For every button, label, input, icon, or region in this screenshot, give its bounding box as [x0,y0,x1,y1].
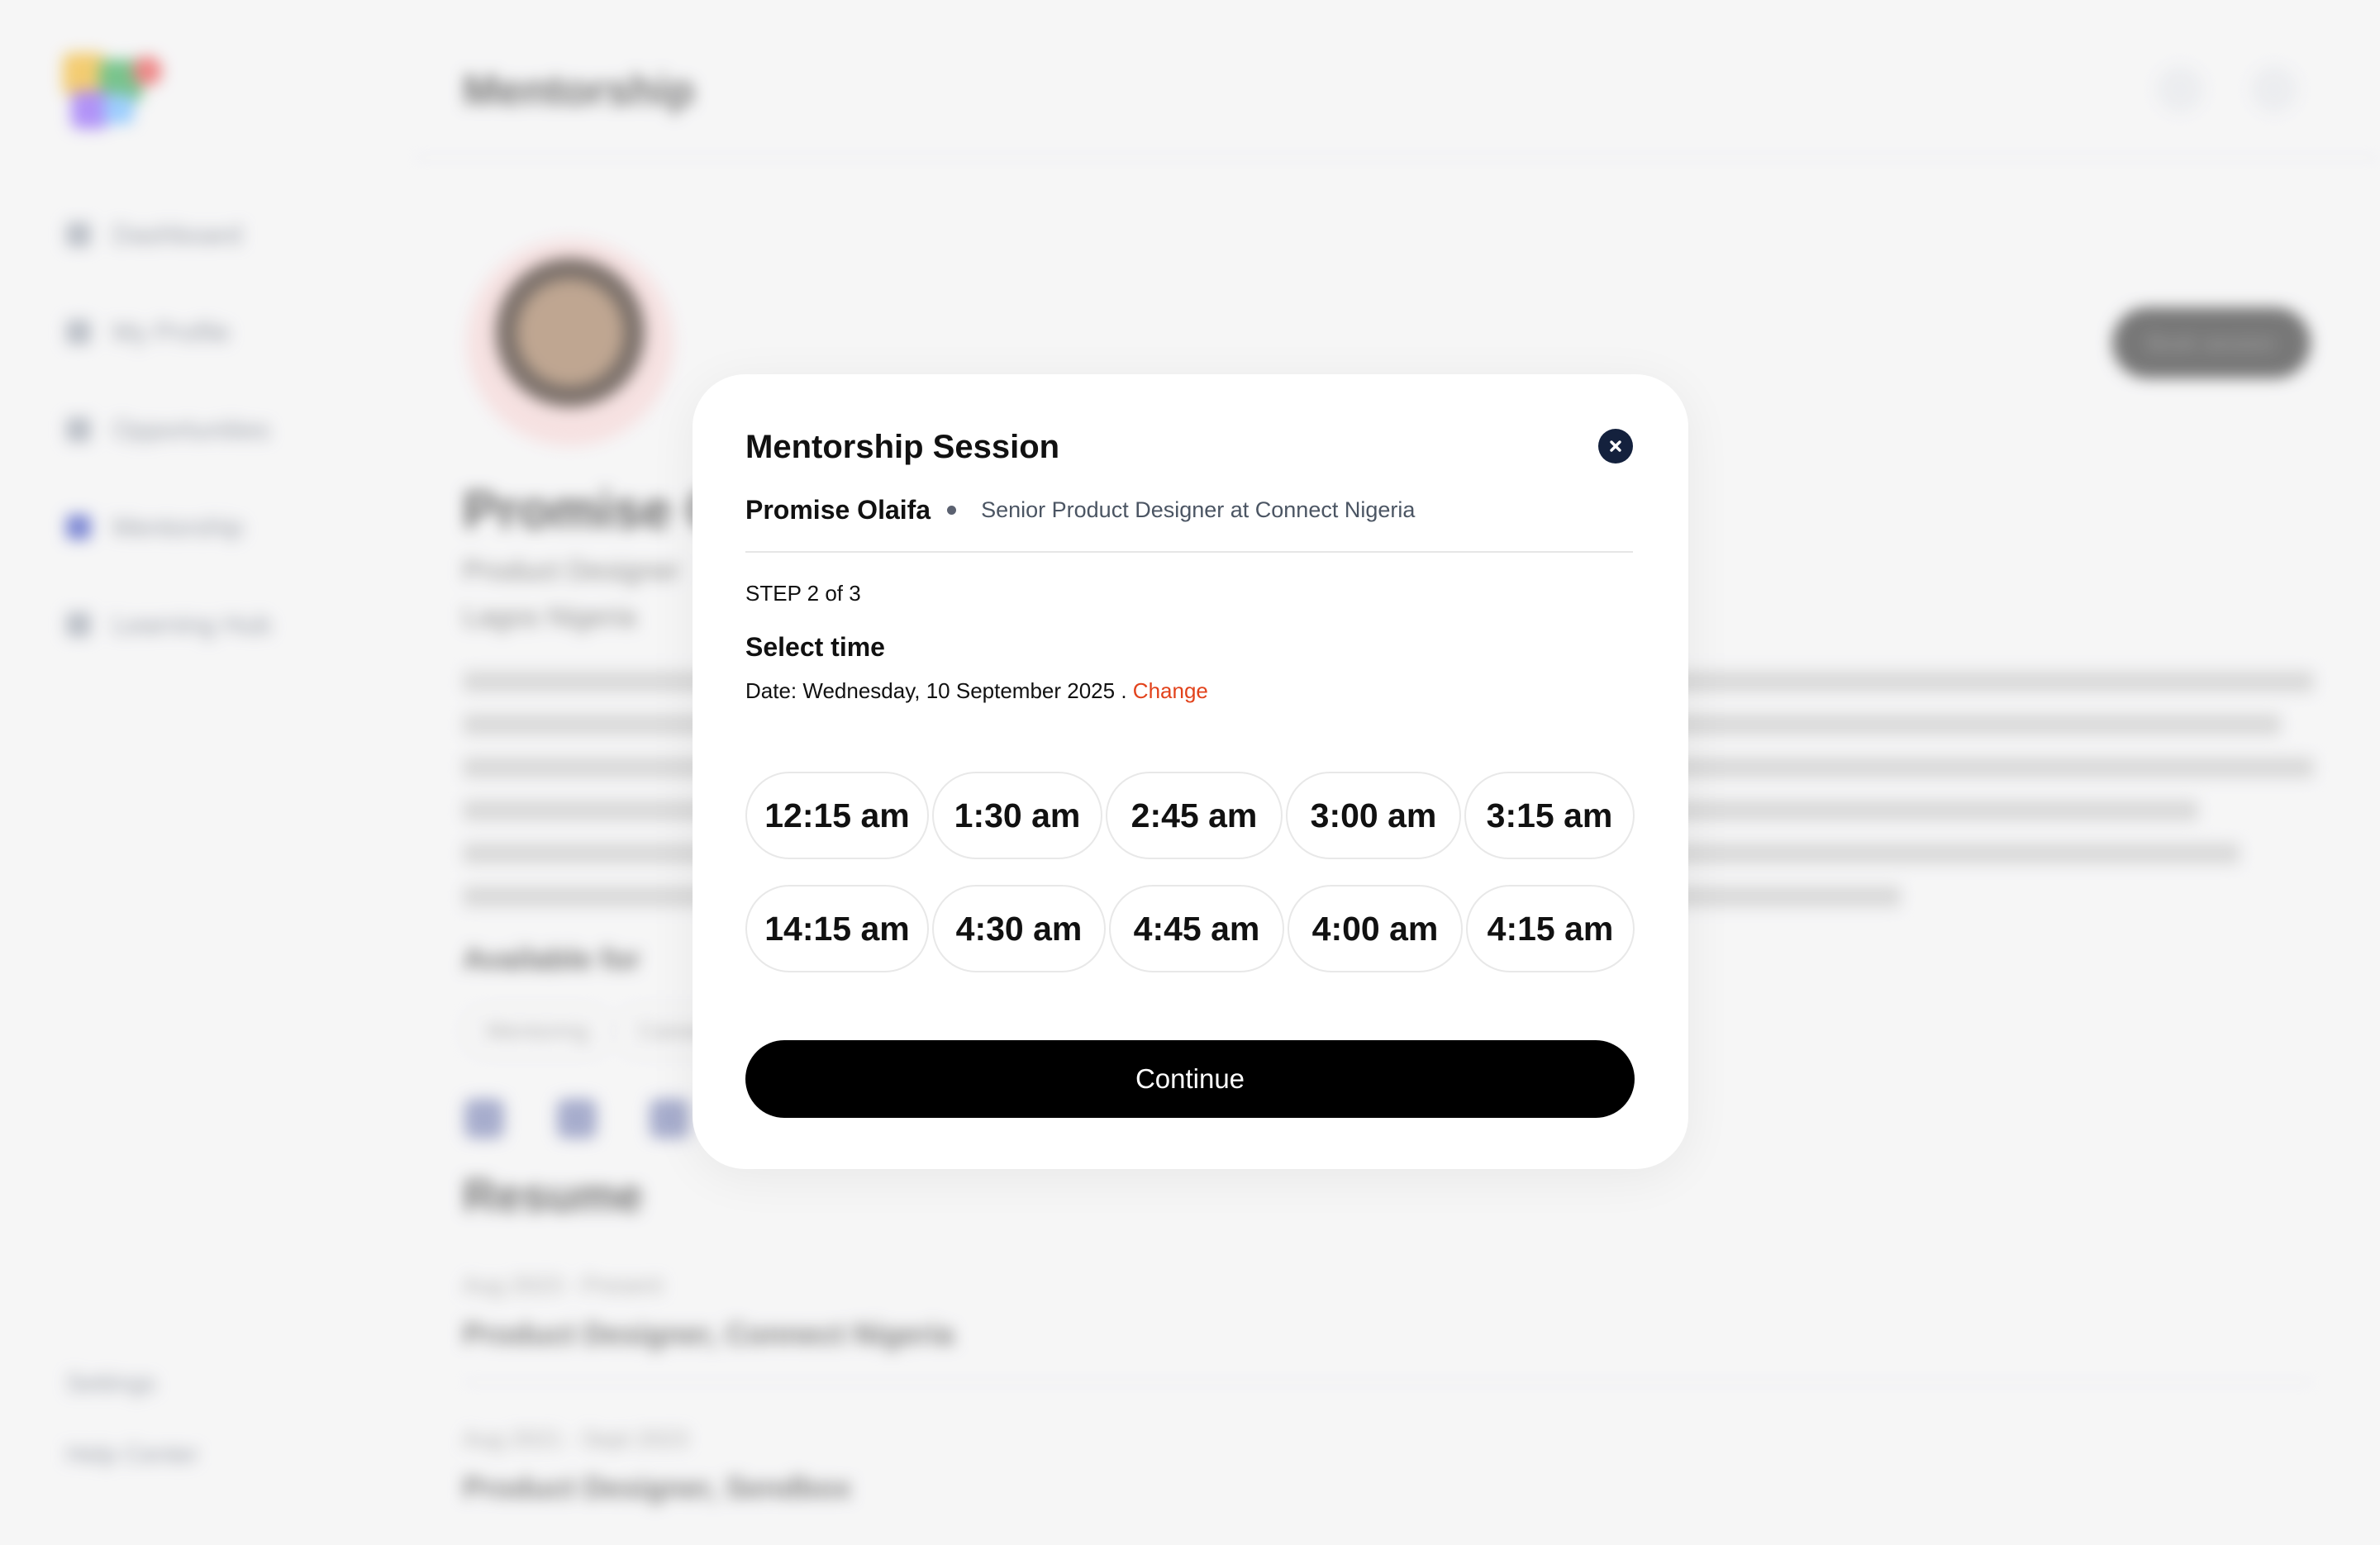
mentor-name: Promise Olaifa [745,495,931,525]
time-slot[interactable]: 3:00 am [1286,772,1461,859]
change-date-link[interactable]: Change [1133,678,1208,703]
mentor-info: Promise Olaifa Senior Product Designer a… [745,495,1415,525]
modal-title: Mentorship Session [745,429,1060,465]
close-button[interactable] [1598,429,1633,464]
time-slot[interactable]: 1:30 am [932,772,1102,859]
time-slot[interactable]: 4:15 am [1466,885,1635,972]
selected-date: Date: Wednesday, 10 September 2025 . Cha… [745,678,1208,704]
modal-divider [745,551,1633,553]
time-slot[interactable]: 4:45 am [1109,885,1284,972]
continue-button[interactable]: Continue [745,1040,1635,1118]
time-slot[interactable]: 3:15 am [1464,772,1635,859]
close-icon [1610,440,1621,452]
separator-dot [947,506,957,515]
time-slot[interactable]: 4:30 am [932,885,1106,972]
mentorship-session-modal: Mentorship Session Promise Olaifa Senior… [693,374,1688,1169]
section-title: Select time [745,632,885,662]
step-indicator: STEP 2 of 3 [745,581,861,606]
time-slot[interactable]: 14:15 am [745,885,929,972]
mentor-role: Senior Product Designer at Connect Niger… [981,497,1416,522]
time-slot[interactable]: 12:15 am [745,772,929,859]
time-slot[interactable]: 4:00 am [1288,885,1463,972]
time-slot[interactable]: 2:45 am [1106,772,1283,859]
date-text: Date: Wednesday, 10 September 2025 . [745,678,1127,703]
